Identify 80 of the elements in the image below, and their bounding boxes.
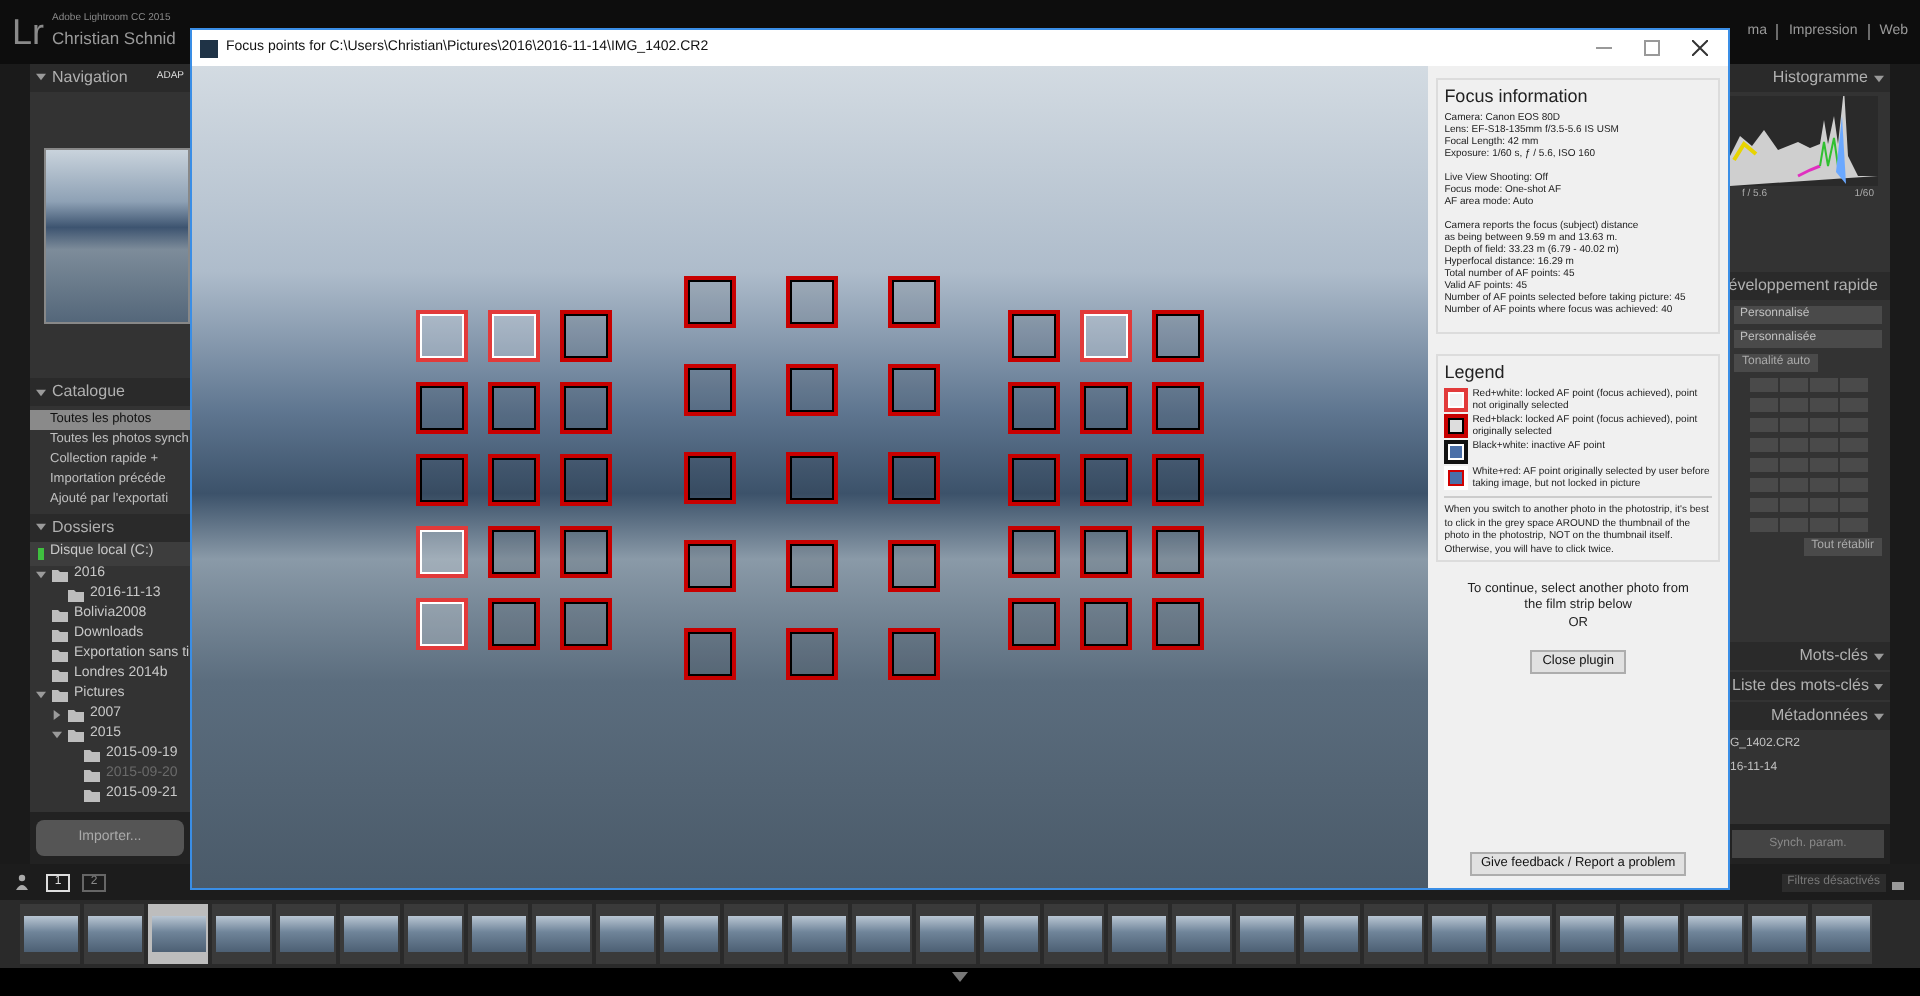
user-name: Christian Schnid: [52, 26, 176, 53]
filmstrip-cell[interactable]: [20, 904, 80, 964]
filmstrip-cell[interactable]: [404, 904, 464, 964]
drive-status-icon: [38, 547, 44, 560]
filmstrip-cell[interactable]: [1812, 904, 1872, 964]
filmstrip-cell[interactable]: [1556, 904, 1616, 964]
photo-placeholder: [1111, 916, 1165, 952]
triangle-icon[interactable]: [1874, 651, 1884, 661]
photo-placeholder: [1431, 916, 1485, 952]
photo-placeholder: [407, 916, 461, 952]
photo-placeholder: [279, 916, 333, 952]
photo-placeholder: [727, 916, 781, 952]
photo-placeholder: [983, 916, 1037, 952]
filmstrip-cell[interactable]: [84, 904, 144, 964]
photo-placeholder: [23, 916, 77, 952]
filmstrip-cell[interactable]: [1044, 904, 1104, 964]
filmstrip-cell[interactable]: [1172, 904, 1232, 964]
filmstrip-cell[interactable]: [1620, 904, 1680, 964]
filmstrip-cell[interactable]: [532, 904, 592, 964]
maximize-icon[interactable]: [1644, 40, 1660, 56]
panel-title[interactable]: Navigation: [52, 65, 128, 90]
expanded-triangle-icon[interactable]: [36, 690, 46, 701]
filmstrip-cell[interactable]: [1748, 904, 1808, 964]
expanded-triangle-icon[interactable]: [36, 522, 46, 533]
photo-placeholder: [919, 916, 973, 952]
photo-placeholder: [215, 916, 269, 952]
app-logo: Lr: [12, 14, 45, 50]
photo-placeholder: [151, 916, 205, 952]
photo-placeholder: [1367, 916, 1421, 952]
photo-placeholder: [1751, 916, 1805, 952]
close-icon[interactable]: [1692, 40, 1708, 56]
filmstrip-cell[interactable]: [1108, 904, 1168, 964]
photo-placeholder: [1559, 916, 1613, 952]
filmstrip-cell[interactable]: [1492, 904, 1552, 964]
filmstrip-cell[interactable]: [1428, 904, 1488, 964]
expanded-triangle-icon[interactable]: [36, 72, 46, 83]
expanded-triangle-icon[interactable]: [36, 570, 46, 581]
photo-placeholder: [1303, 916, 1357, 952]
photo-placeholder: [87, 916, 141, 952]
triangle-icon[interactable]: [1874, 73, 1884, 83]
filmstrip-cell[interactable]: [1236, 904, 1296, 964]
section-title: Focus information: [1444, 84, 1590, 110]
photo-placeholder: [471, 916, 525, 952]
filmstrip-cell[interactable]: [660, 904, 720, 964]
filmstrip-cell[interactable]: [788, 904, 848, 964]
photo-placeholder: [1687, 916, 1741, 952]
photo-placeholder: [1815, 916, 1869, 952]
photo-placeholder: [343, 916, 397, 952]
triangle-icon[interactable]: [1874, 681, 1884, 691]
filmstrip-cell[interactable]: [596, 904, 656, 964]
filmstrip-cell[interactable]: [148, 904, 208, 964]
photo-placeholder: [1047, 916, 1101, 952]
filmstrip-cell[interactable]: [276, 904, 336, 964]
collapse-arrow-icon[interactable]: [952, 972, 968, 982]
filmstrip-cell[interactable]: [852, 904, 912, 964]
photo-placeholder: [791, 916, 845, 952]
photo-placeholder: [535, 916, 589, 952]
person-icon[interactable]: [16, 873, 34, 891]
filmstrip-cell[interactable]: [980, 904, 1040, 964]
photo-placeholder: [599, 916, 653, 952]
filmstrip-cell[interactable]: [340, 904, 400, 964]
collapsed-triangle-icon[interactable]: [52, 710, 62, 721]
filmstrip-cell[interactable]: [468, 904, 528, 964]
filmstrip-cell[interactable]: [1364, 904, 1424, 964]
photo-placeholder: [855, 916, 909, 952]
photo-placeholder: [1495, 916, 1549, 952]
filmstrip-cell[interactable]: [724, 904, 784, 964]
expanded-triangle-icon[interactable]: [36, 387, 46, 398]
triangle-icon[interactable]: [1874, 711, 1884, 721]
expanded-triangle-icon[interactable]: [52, 730, 62, 741]
photo-placeholder: [1623, 916, 1677, 952]
filmstrip-cell[interactable]: [1684, 904, 1744, 964]
photo-placeholder: [663, 916, 717, 952]
filmstrip-cell[interactable]: [916, 904, 976, 964]
photo-placeholder: [1239, 916, 1293, 952]
section-title: Legend: [1444, 359, 1507, 386]
filmstrip-cell[interactable]: [212, 904, 272, 964]
app-icon: [200, 39, 218, 57]
photo-placeholder: [1175, 916, 1229, 952]
filmstrip-cell[interactable]: [1300, 904, 1360, 964]
